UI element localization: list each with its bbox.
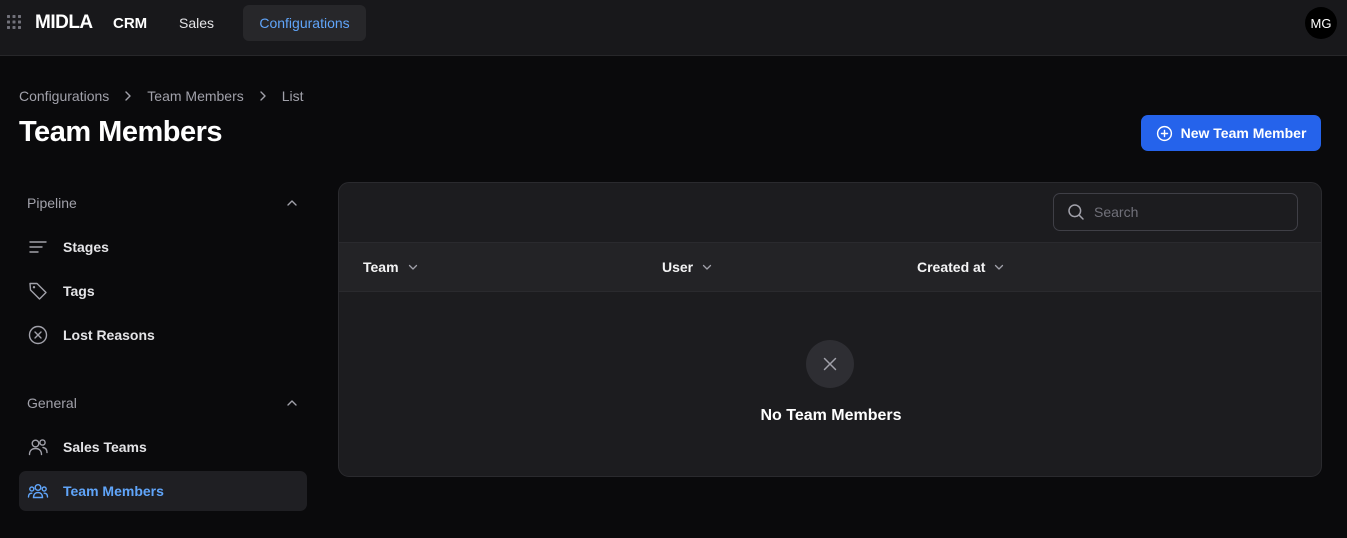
breadcrumb-team-members[interactable]: Team Members (147, 88, 243, 104)
page-title: Team Members (19, 116, 223, 148)
chevron-right-icon (125, 91, 131, 101)
sidebar-item-label: Team Members (63, 483, 164, 499)
sidebar-item-team-members[interactable]: Team Members (19, 471, 307, 511)
search-input[interactable] (1094, 204, 1274, 220)
sidebar-group-pipeline[interactable]: Pipeline (19, 185, 307, 221)
breadcrumb-configurations[interactable]: Configurations (19, 88, 109, 104)
team-members-table-card: Team User Created at No Team Members (338, 182, 1322, 477)
new-team-member-button[interactable]: New Team Member (1141, 115, 1321, 151)
new-team-member-label: New Team Member (1180, 125, 1307, 141)
users-icon (27, 436, 49, 458)
app-name: CRM (113, 15, 148, 32)
chevron-down-icon (995, 264, 1004, 270)
chevron-down-icon (408, 264, 417, 270)
breadcrumb: Configurations Team Members List (19, 88, 304, 104)
sidebar-item-label: Stages (63, 239, 109, 255)
search-icon (1068, 204, 1084, 220)
chevron-up-icon (287, 200, 297, 206)
sidebar-group-label: Pipeline (27, 195, 77, 211)
brand-logo[interactable]: MIDLA (35, 12, 93, 34)
user-group-icon (27, 480, 49, 502)
sidebar-item-label: Sales Teams (63, 439, 147, 455)
apps-grid-icon[interactable] (6, 14, 22, 30)
sidebar-item-label: Tags (63, 283, 95, 299)
sidebar-item-lost-reasons[interactable]: Lost Reasons (19, 315, 307, 355)
column-header-label: User (662, 259, 694, 275)
user-avatar[interactable]: MG (1305, 7, 1337, 39)
chevron-down-icon (702, 264, 712, 270)
sidebar-item-tags[interactable]: Tags (19, 271, 307, 311)
search-box[interactable] (1053, 193, 1298, 231)
top-navigation-bar: MIDLA CRM Sales Configurations MG (0, 0, 1347, 56)
chevron-right-icon (260, 91, 266, 101)
stages-icon (27, 236, 49, 258)
table-header: Team User Created at (339, 242, 1321, 292)
nav-configurations[interactable]: Configurations (243, 5, 366, 41)
column-header-created-at[interactable]: Created at (917, 243, 1005, 291)
close-icon (823, 357, 837, 371)
column-header-label: Team (363, 259, 399, 275)
tag-icon (27, 280, 49, 302)
empty-state-text: No Team Members (760, 407, 902, 424)
x-circle-icon (27, 324, 49, 346)
sidebar-group-label: General (27, 395, 77, 411)
chevron-up-icon (287, 400, 297, 406)
sidebar-group-general[interactable]: General (19, 385, 307, 421)
sidebar-item-sales-teams[interactable]: Sales Teams (19, 427, 307, 467)
sidebar-item-label: Lost Reasons (63, 327, 155, 343)
empty-state-icon (806, 340, 854, 388)
column-header-user[interactable]: User (662, 243, 713, 291)
column-header-label: Created at (917, 259, 986, 275)
nav-sales[interactable]: Sales (167, 5, 226, 41)
column-header-team[interactable]: Team (363, 243, 419, 291)
sidebar-item-stages[interactable]: Stages (19, 227, 307, 267)
plus-circle-icon (1156, 125, 1172, 141)
breadcrumb-list: List (281, 88, 304, 104)
